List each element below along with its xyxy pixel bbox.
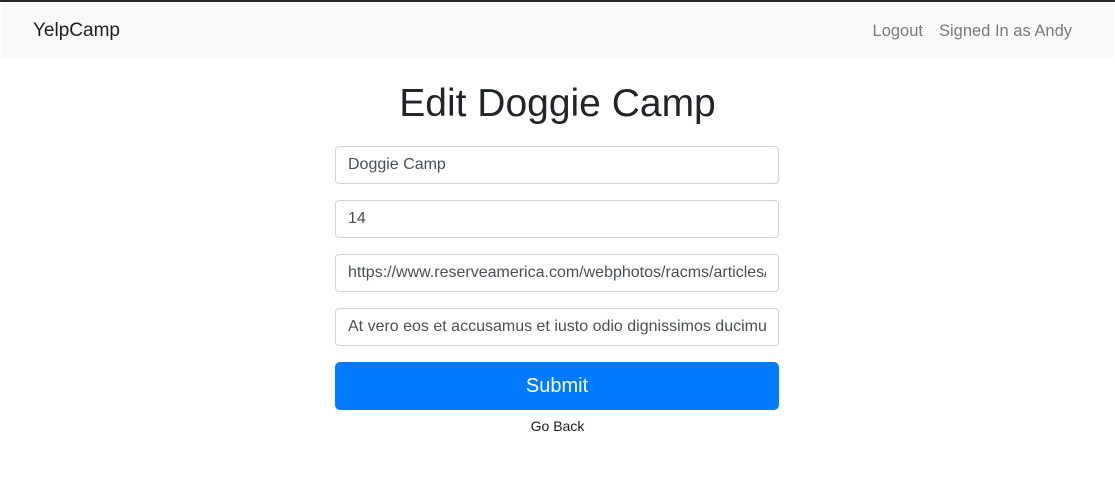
navbar: YelpCamp Logout Signed In as Andy: [2, 2, 1113, 58]
price-input[interactable]: [335, 200, 779, 238]
brand-link[interactable]: YelpCamp: [33, 19, 120, 43]
description-input[interactable]: [335, 308, 779, 346]
signed-in-user-link[interactable]: Signed In as Andy: [939, 20, 1072, 42]
submit-button[interactable]: Submit: [335, 362, 779, 410]
go-back-link[interactable]: Go Back: [531, 418, 585, 434]
name-input[interactable]: [335, 146, 779, 184]
logout-link[interactable]: Logout: [873, 20, 923, 42]
go-back-container: Go Back: [0, 417, 1115, 435]
page-title: Edit Doggie Camp: [399, 82, 716, 125]
navbar-right-links: Logout Signed In as Andy: [873, 20, 1072, 42]
image-url-input[interactable]: [335, 254, 779, 292]
